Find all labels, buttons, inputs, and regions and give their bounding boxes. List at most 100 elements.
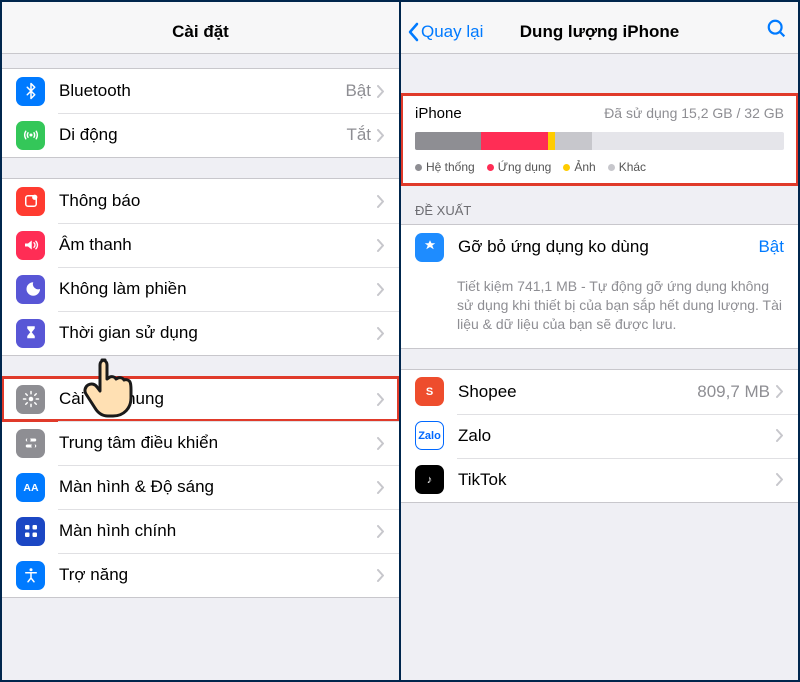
search-icon: [766, 18, 788, 40]
storage-pane: Quay lại Dung lượng iPhone iPhone Đã sử …: [399, 2, 798, 680]
offload-description: Tiết kiệm 741,1 MB - Tự động gỡ ứng dụng…: [401, 269, 798, 349]
chevron-right-icon: [377, 283, 385, 296]
hourglass-icon: [16, 319, 45, 348]
moon-icon: [16, 275, 45, 304]
chevron-right-icon: [377, 569, 385, 582]
chevron-right-icon: [776, 385, 784, 398]
row-label: Màn hình chính: [59, 521, 377, 541]
svg-text:AA: AA: [23, 482, 39, 494]
legend-item: Khác: [608, 160, 646, 174]
settings-row-aa[interactable]: AA Màn hình & Độ sáng: [2, 465, 399, 509]
legend-item: Hệ thống: [415, 160, 475, 174]
status-bar: [2, 2, 399, 10]
legend-item: Ảnh: [563, 160, 595, 174]
appstore-icon: [415, 233, 444, 262]
legend-label: Khác: [619, 160, 646, 174]
chevron-right-icon: [377, 195, 385, 208]
device-name: iPhone: [415, 105, 462, 122]
row-label: Thời gian sử dụng: [59, 323, 377, 343]
chevron-right-icon: [377, 437, 385, 450]
legend-dot: [608, 164, 615, 171]
settings-row-sound[interactable]: Âm thanh: [2, 223, 399, 267]
app-size: 809,7 MB: [697, 382, 770, 402]
bluetooth-icon: [16, 77, 45, 106]
chevron-right-icon: [377, 393, 385, 406]
chevron-right-icon: [377, 239, 385, 252]
offload-action[interactable]: Bật: [758, 237, 784, 257]
back-label: Quay lại: [421, 22, 483, 42]
offload-row[interactable]: Gỡ bỏ ứng dụng ko dùng Bật: [401, 225, 798, 269]
row-value: Tắt: [346, 125, 371, 145]
sound-icon: [16, 231, 45, 260]
row-label: Cài đặt chung: [59, 389, 377, 409]
storage-seg-Khác: [555, 132, 592, 150]
antenna-icon: [16, 121, 45, 150]
settings-group: Cài đặt chung Trung tâm điều khiển AA Màn h…: [2, 376, 399, 598]
app-icon-shopee: S: [415, 377, 444, 406]
page-title: Dung lượng iPhone: [520, 22, 679, 42]
row-label: Âm thanh: [59, 235, 377, 255]
legend-label: Ảnh: [574, 160, 595, 174]
storage-seg-Ứng dụng: [481, 132, 547, 150]
page-title: Cài đặt: [172, 22, 229, 42]
settings-row-grid[interactable]: Màn hình chính: [2, 509, 399, 553]
legend-label: Ứng dụng: [498, 160, 552, 174]
app-row-shopee[interactable]: S Shopee809,7 MB: [401, 370, 798, 414]
legend-label: Hệ thống: [426, 160, 475, 174]
app-row-tiktok[interactable]: ♪ TikTok: [401, 458, 798, 502]
settings-row-antenna[interactable]: Di độngTắt: [2, 113, 399, 157]
search-button[interactable]: [766, 18, 788, 45]
row-label: Không làm phiền: [59, 279, 377, 299]
chevron-right-icon: [377, 525, 385, 538]
settings-row-bluetooth[interactable]: BluetoothBật: [2, 69, 399, 113]
row-label: Thông báo: [59, 191, 377, 211]
access-icon: [16, 561, 45, 590]
settings-row-notify[interactable]: Thông báo: [2, 179, 399, 223]
grid-icon: [16, 517, 45, 546]
row-label: Trung tâm điều khiển: [59, 433, 377, 453]
storage-used-text: Đã sử dụng 15,2 GB / 32 GB: [604, 105, 784, 122]
settings-row-hourglass[interactable]: Thời gian sử dụng: [2, 311, 399, 355]
app-icon-tiktok: ♪: [415, 465, 444, 494]
chevron-right-icon: [776, 473, 784, 486]
settings-pane: Cài đặt BluetoothBậtDi độngTắtThông báoÂ…: [2, 2, 399, 680]
legend-dot: [415, 164, 422, 171]
legend-dot: [563, 164, 570, 171]
app-row-zalo[interactable]: Zalo Zalo: [401, 414, 798, 458]
apps-group: S Shopee809,7 MB Zalo Zalo ♪ TikTok: [401, 369, 798, 503]
app-name: Shopee: [458, 382, 697, 402]
row-label: Di động: [59, 125, 346, 145]
navbar: Quay lại Dung lượng iPhone: [401, 10, 798, 54]
settings-row-gear[interactable]: Cài đặt chung: [2, 377, 399, 421]
settings-row-control[interactable]: Trung tâm điều khiển: [2, 421, 399, 465]
row-label: Trợ năng: [59, 565, 377, 585]
settings-group: BluetoothBậtDi độngTắt: [2, 68, 399, 158]
notify-icon: [16, 187, 45, 216]
settings-group: Thông báo Âm thanh Không làm phiền Thời gia…: [2, 178, 399, 356]
storage-seg-Ảnh: [548, 132, 555, 150]
row-value: Bật: [345, 81, 371, 101]
row-label: Màn hình & Độ sáng: [59, 477, 377, 497]
storage-bar: [415, 132, 784, 150]
row-label: Bluetooth: [59, 81, 345, 101]
app-icon-zalo: Zalo: [415, 421, 444, 450]
settings-row-moon[interactable]: Không làm phiền: [2, 267, 399, 311]
gear-icon: [16, 385, 45, 414]
chevron-right-icon: [377, 327, 385, 340]
chevron-right-icon: [377, 129, 385, 142]
back-button[interactable]: Quay lại: [407, 22, 483, 42]
chevron-left-icon: [407, 22, 419, 42]
storage-seg-Hệ thống: [415, 132, 481, 150]
offload-label: Gỡ bỏ ứng dụng ko dùng: [458, 237, 758, 257]
app-name: Zalo: [458, 426, 776, 446]
control-icon: [16, 429, 45, 458]
storage-summary: iPhone Đã sử dụng 15,2 GB / 32 GB Hệ thố…: [401, 94, 798, 185]
legend-item: Ứng dụng: [487, 160, 552, 174]
section-header-suggestions: ĐỀ XUẤT: [401, 185, 798, 224]
chevron-right-icon: [776, 429, 784, 442]
status-bar: [401, 2, 798, 10]
chevron-right-icon: [377, 85, 385, 98]
app-name: TikTok: [458, 470, 776, 490]
settings-row-access[interactable]: Trợ năng: [2, 553, 399, 597]
navbar: Cài đặt: [2, 10, 399, 54]
